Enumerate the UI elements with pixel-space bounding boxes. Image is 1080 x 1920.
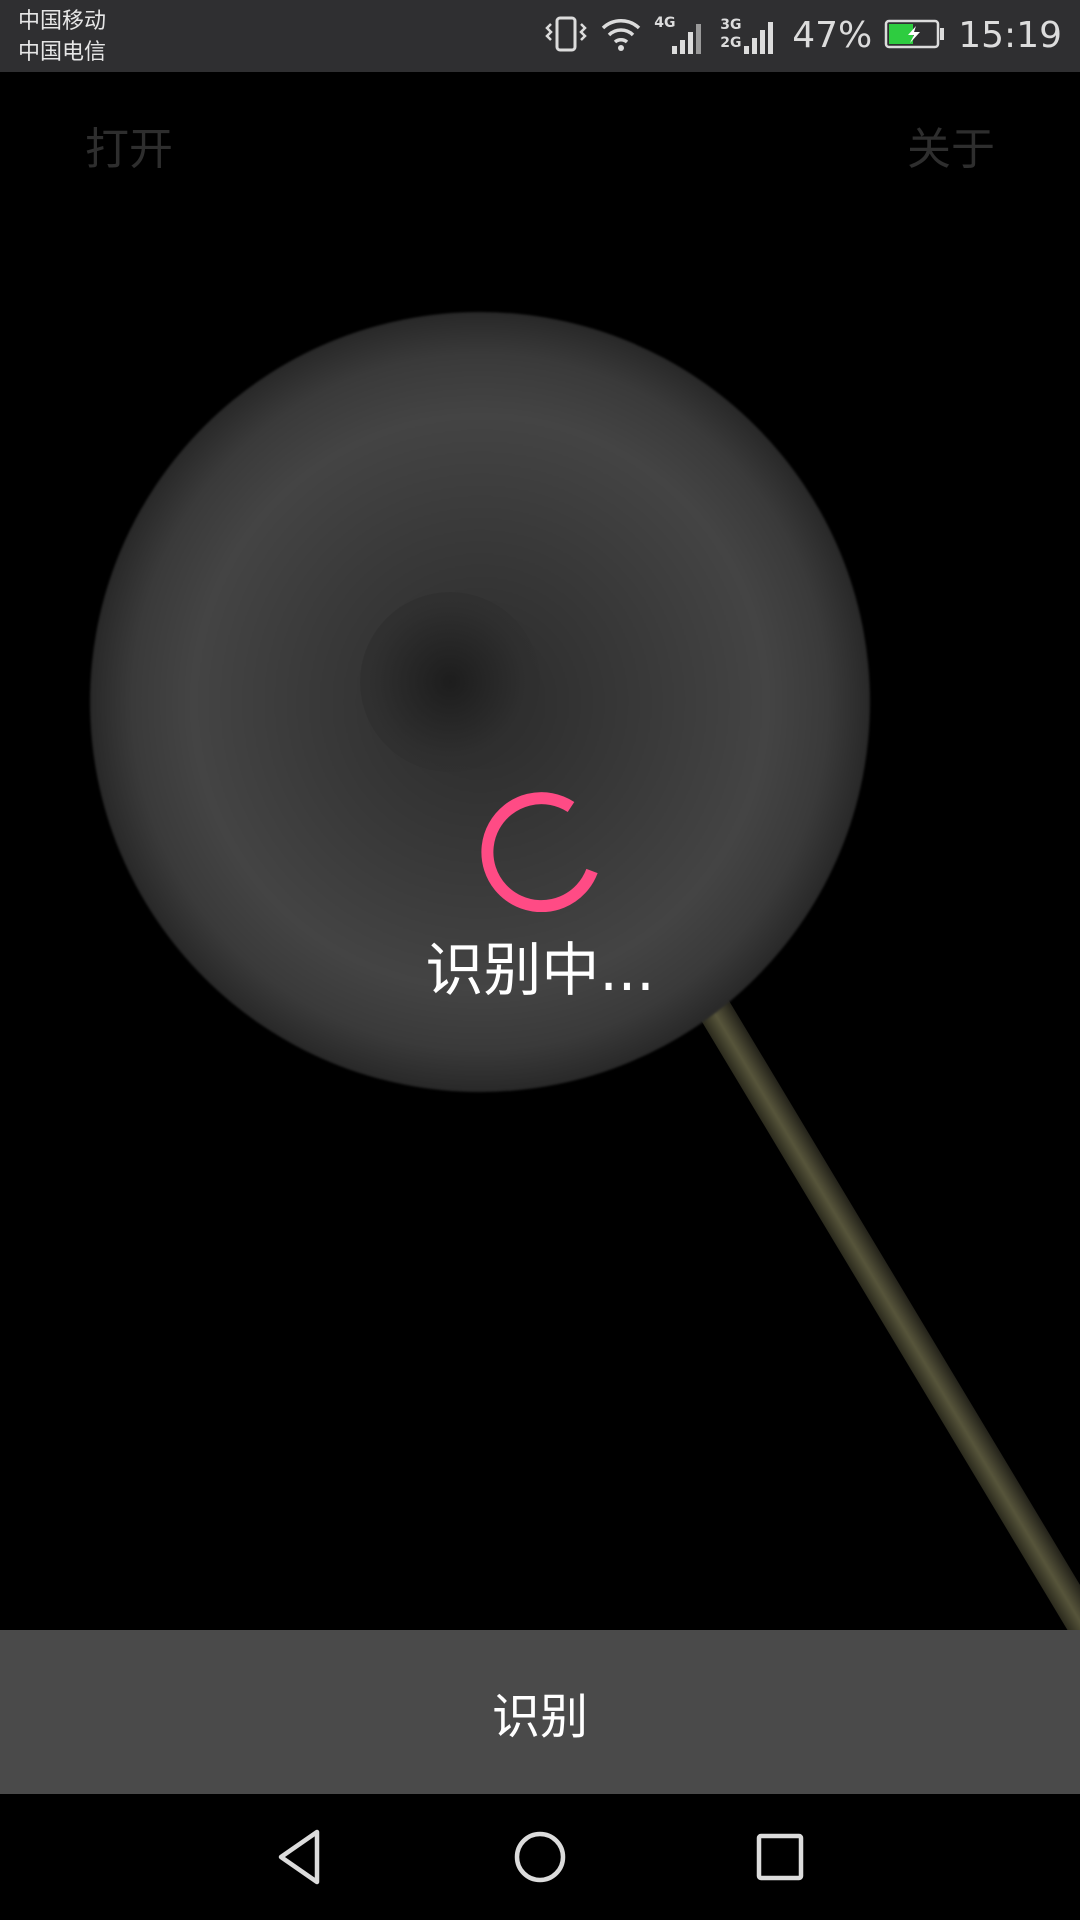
open-button[interactable]: 打开 [85,120,173,180]
screen: 中国移动 中国电信 4G 3G 2G 47% 15:19 打开 关于 识别中..… [0,0,1080,1920]
wifi-icon [600,16,642,56]
battery-charging-icon [884,18,946,54]
back-icon[interactable] [265,1822,335,1892]
vibrate-icon [544,14,588,58]
carrier-2: 中国电信 [18,40,107,65]
dandelion-core [360,592,540,772]
navigation-bar [0,1794,1080,1920]
signal-icon-2: 3G 2G [720,16,780,56]
battery-percent: 47% [792,15,873,56]
about-button[interactable]: 关于 [907,120,995,180]
status-bar: 中国移动 中国电信 4G 3G 2G 47% 15:19 [0,0,1080,72]
recent-apps-icon[interactable] [745,1822,815,1892]
recognize-button[interactable]: 识别 [0,1630,1080,1794]
loading-spinner-icon [480,792,600,913]
carrier-1: 中国移动 [18,9,107,34]
carrier-info: 中国移动 中国电信 [18,6,106,68]
clock: 15:19 [958,15,1062,56]
home-icon[interactable] [505,1822,575,1892]
signal-icon-1: 4G [654,16,708,56]
status-icons: 4G 3G 2G 47% 15:19 [544,0,1062,72]
loading-text: 识别中... [425,936,655,1004]
